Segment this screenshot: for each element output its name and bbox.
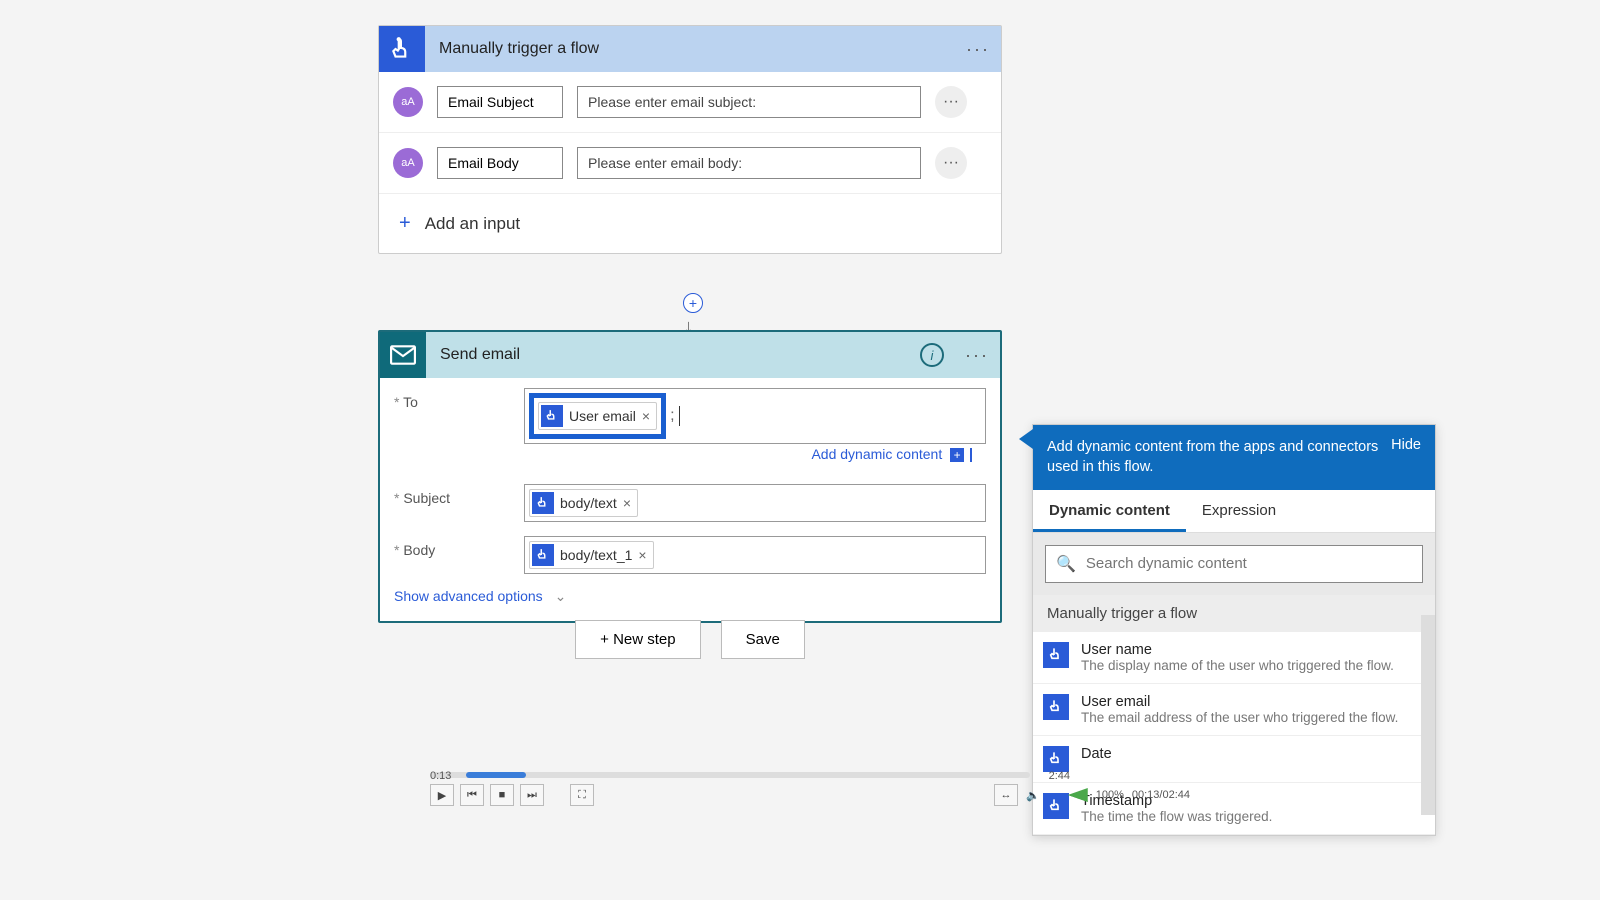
dc-item-date[interactable]: Date	[1033, 736, 1435, 783]
input-row-menu-icon[interactable]: ···	[935, 147, 967, 179]
body-input[interactable]: body/text_1 ×	[524, 536, 986, 574]
time-combined: 00:13/02:44	[1132, 789, 1190, 801]
show-advanced-options-link[interactable]: Show advanced options ⌄	[380, 578, 1000, 621]
mail-icon	[380, 332, 426, 378]
dc-search-input[interactable]	[1086, 555, 1412, 572]
to-field-row: To User email × ; Add dynamic content	[380, 378, 1000, 474]
trigger-card-header[interactable]: Manually trigger a flow ···	[379, 26, 1001, 72]
player-right-controls: ↔ 🔈 100% 00:13/02:44	[994, 784, 1190, 806]
speaker-icon[interactable]: 🔈	[1026, 789, 1040, 802]
add-dynamic-content-link[interactable]: Add dynamic content +	[524, 444, 986, 470]
dc-panel-header: Add dynamic content from the apps and co…	[1033, 425, 1435, 490]
add-input-label: Add an input	[425, 214, 520, 234]
total-time: 2:44	[1049, 770, 1070, 782]
panel-pointer-icon	[1019, 429, 1033, 449]
text-input-type-icon: aA	[393, 148, 423, 178]
prev-button[interactable]: ⏮	[460, 784, 484, 806]
dynamic-token-user-email[interactable]: User email ×	[538, 402, 657, 430]
search-icon: 🔍	[1056, 554, 1076, 574]
flow-designer-canvas: Manually trigger a flow ··· aA Email Sub…	[0, 0, 1600, 900]
dynamic-content-panel: Add dynamic content from the apps and co…	[1032, 424, 1436, 836]
to-input[interactable]: User email × ;	[524, 388, 986, 444]
manual-trigger-icon	[379, 26, 425, 72]
trigger-token-icon	[532, 492, 554, 514]
stop-button[interactable]: ■	[490, 784, 514, 806]
tab-expression[interactable]: Expression	[1186, 490, 1292, 532]
input-name-field[interactable]: Email Subject	[437, 86, 563, 118]
token-remove-icon[interactable]: ×	[642, 408, 650, 424]
save-button[interactable]: Save	[721, 620, 805, 659]
chevron-down-icon: ⌄	[555, 588, 567, 604]
dc-item-user-name[interactable]: User name The display name of the user w…	[1033, 632, 1435, 684]
token-label: body/text	[560, 495, 617, 511]
hide-panel-link[interactable]: Hide	[1391, 437, 1421, 453]
plus-icon: +	[399, 212, 411, 235]
input-name-field[interactable]: Email Body	[437, 147, 563, 179]
to-label: To	[394, 388, 524, 410]
input-row-menu-icon[interactable]: ···	[935, 86, 967, 118]
tab-dynamic-content[interactable]: Dynamic content	[1033, 490, 1186, 532]
trigger-card: Manually trigger a flow ··· aA Email Sub…	[378, 25, 1002, 254]
body-label: Body	[394, 536, 524, 558]
body-field-row: Body body/text_1 ×	[380, 526, 1000, 578]
progress-bar[interactable]: 0:13 2:44	[430, 772, 1030, 778]
aspect-button[interactable]: ↔	[994, 784, 1018, 806]
trigger-title: Manually trigger a flow	[425, 40, 955, 58]
dc-item-desc: The time the flow was triggered.	[1081, 809, 1272, 824]
trigger-token-icon	[1043, 694, 1069, 720]
dc-item-name: Date	[1081, 746, 1112, 762]
flow-action-buttons: + New step Save	[378, 620, 1002, 659]
send-email-action-card: Send email i ··· To User email × ;	[378, 330, 1002, 623]
token-remove-icon[interactable]: ×	[638, 547, 646, 563]
plus-square-icon: +	[950, 448, 964, 462]
trigger-input-row: aA Email Body Please enter email body: ·…	[379, 133, 1001, 194]
dc-scrollbar[interactable]	[1421, 615, 1435, 815]
dc-tabs: Dynamic content Expression	[1033, 490, 1435, 533]
subject-label: Subject	[394, 484, 524, 506]
token-label: User email	[569, 408, 636, 424]
media-player: 0:13 2:44 ▶ ⏮ ■ ⏭ ⛶ ↔ 🔈 100% 00:13/02:44	[430, 772, 1030, 806]
action-card-header[interactable]: Send email i ···	[380, 332, 1000, 378]
trigger-input-row: aA Email Subject Please enter email subj…	[379, 72, 1001, 133]
dc-group-header: Manually trigger a flow	[1033, 595, 1435, 632]
trigger-token-icon	[1043, 642, 1069, 668]
dc-item-name: User name	[1081, 642, 1394, 658]
dynamic-token-body-text[interactable]: body/text ×	[529, 489, 638, 517]
fullscreen-button[interactable]: ⛶	[570, 784, 594, 806]
subject-input[interactable]: body/text ×	[524, 484, 986, 522]
add-input-button[interactable]: + Add an input	[379, 194, 1001, 253]
elapsed-time: 0:13	[430, 770, 451, 782]
text-input-type-icon: aA	[393, 87, 423, 117]
dc-search-wrap: 🔍	[1033, 533, 1435, 595]
play-button[interactable]: ▶	[430, 784, 454, 806]
token-remove-icon[interactable]: ×	[623, 495, 631, 511]
trigger-token-icon	[541, 405, 563, 427]
zoom-level: 100%	[1096, 789, 1124, 801]
trigger-token-icon	[1043, 746, 1069, 772]
dynamic-token-body-text-1[interactable]: body/text_1 ×	[529, 541, 654, 569]
progress-fill	[466, 772, 526, 778]
info-icon[interactable]: i	[920, 343, 944, 367]
token-label: body/text_1	[560, 547, 632, 563]
subject-field-row: Subject body/text ×	[380, 474, 1000, 526]
action-title: Send email	[426, 346, 920, 364]
action-menu-icon[interactable]: ···	[954, 345, 1000, 366]
volume-slider[interactable]	[1048, 788, 1088, 802]
dc-item-desc: The display name of the user who trigger…	[1081, 658, 1394, 673]
next-button[interactable]: ⏭	[520, 784, 544, 806]
player-controls: ▶ ⏮ ■ ⏭ ⛶	[430, 784, 1030, 806]
input-prompt-field[interactable]: Please enter email body:	[577, 147, 921, 179]
dc-header-text: Add dynamic content from the apps and co…	[1047, 437, 1381, 478]
trigger-menu-icon[interactable]: ···	[955, 39, 1001, 60]
dc-item-name: User email	[1081, 694, 1398, 710]
text-caret	[679, 406, 680, 426]
trigger-token-icon	[532, 544, 554, 566]
insert-step-button[interactable]: +	[683, 293, 703, 313]
highlighted-token: User email ×	[529, 393, 666, 439]
input-prompt-field[interactable]: Please enter email subject:	[577, 86, 921, 118]
dc-item-user-email[interactable]: User email The email address of the user…	[1033, 684, 1435, 736]
dc-item-desc: The email address of the user who trigge…	[1081, 710, 1398, 725]
new-step-button[interactable]: + New step	[575, 620, 700, 659]
dc-search-box[interactable]: 🔍	[1045, 545, 1423, 583]
